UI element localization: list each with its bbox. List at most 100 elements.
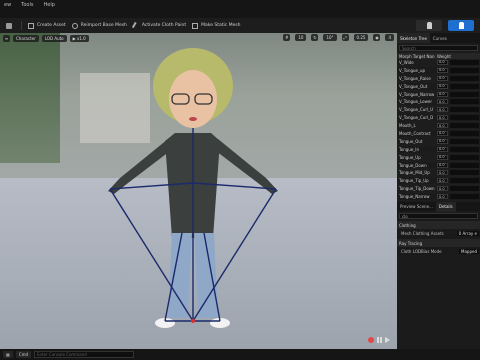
morph-target-row[interactable]: Tongue_Up 0.0 [397, 153, 480, 162]
morph-target-row[interactable]: V_Tongue_Narrow 0.0 [397, 90, 480, 99]
morph-weight-field[interactable]: 0.0 [437, 130, 448, 136]
morph-weight-slider[interactable] [450, 115, 479, 121]
save-button[interactable] [6, 22, 15, 29]
scale-snap-value[interactable]: 0.25 [353, 34, 369, 41]
console-command-input[interactable]: Enter Console Command [34, 351, 135, 358]
morph-target-row[interactable]: V_Wide 0.0 [397, 59, 480, 67]
viewport-lod-dropdown[interactable]: LOD Auto [41, 34, 67, 42]
morph-target-row[interactable]: V_Tongue_Raise 0.0 [397, 74, 480, 83]
morph-target-row[interactable]: V_Tongue_up 0.0 [397, 67, 480, 75]
viewport-menu-button[interactable]: ≡ [3, 34, 10, 42]
morph-weight-field[interactable]: 0.0 [437, 99, 448, 105]
morph-weight-slider[interactable] [450, 75, 479, 81]
morph-weight-slider[interactable] [450, 59, 479, 65]
morph-weight-slider[interactable] [450, 123, 479, 129]
camera-speed-value[interactable]: 4 [385, 34, 394, 41]
morph-weight-slider[interactable] [450, 170, 479, 176]
tab-preview-scene[interactable]: Preview Scene... [397, 202, 436, 212]
morph-weight-slider[interactable] [450, 99, 479, 105]
morph-target-row[interactable]: V_Tongue_Curl_D 0.0 [397, 114, 480, 123]
property-value[interactable]: 0 Array e [456, 230, 479, 236]
character-preview [108, 48, 278, 328]
morph-target-row[interactable]: Tongue_Down 0.0 [397, 162, 480, 170]
rotate-snap-icon[interactable]: ↻ [311, 34, 319, 41]
morph-weight-slider[interactable] [450, 91, 479, 97]
morph-target-row[interactable]: Tongue_Narrow 0.0 [397, 193, 480, 202]
skeleton-mode-button[interactable] [416, 20, 442, 31]
morph-weight-field[interactable]: 0.0 [437, 115, 448, 121]
mesh-mode-button[interactable] [448, 20, 474, 31]
viewport-character-dropdown[interactable]: Character [13, 34, 39, 42]
grid-snap-value[interactable]: 10 [295, 34, 307, 41]
morph-weight-field[interactable]: 0.0 [437, 170, 448, 176]
morph-weight-slider[interactable] [450, 138, 479, 144]
morph-target-row[interactable]: V_Tongue_Curl_U 0.0 [397, 106, 480, 115]
section-clothing[interactable]: Clothing [397, 221, 480, 230]
morph-weight-slider[interactable] [450, 146, 479, 152]
morph-weight-field[interactable]: 0.0 [437, 154, 448, 160]
root-bone-marker[interactable] [191, 319, 195, 323]
morph-target-row[interactable]: V_Tongue_Lower 0.0 [397, 98, 480, 107]
morph-weight-slider[interactable] [450, 67, 479, 73]
morph-weight-slider[interactable] [450, 178, 479, 184]
make-static-mesh-button[interactable]: Make Static Mesh [192, 22, 241, 29]
morph-target-row[interactable]: Mouth_L 0.0 [397, 122, 480, 131]
morph-target-name: Mouth_L [399, 123, 416, 129]
viewport[interactable]: ≡ Character LOD Auto ▶ x1.0 # 10 ↻ 10° ⤢… [0, 33, 397, 349]
morph-weight-field[interactable]: 0.0 [437, 123, 448, 129]
record-icon[interactable] [368, 337, 374, 343]
morph-target-row[interactable]: Tongue_Tip_Up 0.0 [397, 177, 480, 186]
morph-weight-slider[interactable] [450, 154, 479, 160]
activate-cloth-button[interactable]: Activate Cloth Paint [131, 21, 186, 30]
morph-weight-field[interactable]: 0.0 [437, 138, 448, 144]
camera-speed-icon[interactable]: ◉ [373, 34, 381, 41]
pause-icon[interactable] [377, 337, 382, 343]
reimport-button[interactable]: Reimport Base Mesh [71, 22, 127, 29]
column-morph-target-name[interactable]: Morph Target Nan [397, 54, 437, 59]
rotate-snap-value[interactable]: 10° [323, 34, 337, 41]
morph-weight-field[interactable]: 0.0 [437, 59, 448, 65]
cmd-dropdown[interactable]: Cmd [15, 351, 32, 358]
morph-weight-slider[interactable] [450, 107, 479, 113]
morph-search-input[interactable]: Search [399, 45, 478, 51]
morph-target-row[interactable]: Tongue_Tip_Down 0.0 [397, 185, 480, 194]
grid-snap-icon[interactable]: # [283, 34, 291, 41]
morph-target-row[interactable]: Mouth_Contract 0.0 [397, 130, 480, 138]
create-asset-icon [28, 22, 34, 29]
property-value[interactable]: Mapped [459, 248, 479, 254]
morph-weight-slider[interactable] [450, 194, 479, 200]
morph-weight-field[interactable]: 0.0 [437, 67, 448, 73]
column-weight[interactable]: Weight [437, 54, 455, 59]
morph-weight-field[interactable]: 0.0 [437, 107, 448, 113]
tab-curves[interactable]: Curves [430, 33, 450, 43]
morph-weight-field[interactable]: 0.0 [437, 83, 448, 89]
morph-target-row[interactable]: Tongue_Out 0.0 [397, 137, 480, 146]
content-drawer-button[interactable]: ▦ [3, 351, 13, 358]
morph-target-row[interactable]: Tongue_In 0.0 [397, 146, 480, 154]
menu-item-help[interactable]: Help [44, 2, 55, 8]
morph-weight-field[interactable]: 0.0 [437, 186, 448, 192]
morph-target-row[interactable]: V_Tongue_Out 0.0 [397, 83, 480, 91]
morph-weight-field[interactable]: 0.0 [437, 146, 448, 152]
play-icon[interactable] [385, 337, 390, 343]
save-icon [6, 22, 12, 29]
viewport-playback-speed[interactable]: ▶ x1.0 [69, 34, 89, 42]
morph-weight-field[interactable]: 0.0 [437, 194, 448, 200]
tab-skeleton-tree[interactable]: Skeleton Tree [397, 33, 430, 43]
morph-weight-field[interactable]: 0.0 [437, 75, 448, 81]
menu-item-view[interactable]: ew [4, 2, 11, 8]
morph-weight-field[interactable]: 0.0 [437, 178, 448, 184]
morph-weight-field[interactable]: 0.0 [437, 91, 448, 97]
morph-weight-slider[interactable] [450, 186, 479, 192]
menu-item-tools[interactable]: Tools [21, 2, 33, 8]
morph-weight-slider[interactable] [450, 162, 479, 168]
morph-weight-slider[interactable] [450, 83, 479, 89]
scale-snap-icon[interactable]: ⤢ [341, 34, 349, 41]
morph-weight-slider[interactable] [450, 130, 479, 136]
morph-weight-field[interactable]: 0.0 [437, 162, 448, 168]
tab-details[interactable]: Details [435, 201, 456, 212]
details-search-input[interactable]: clo [399, 213, 478, 220]
create-asset-button[interactable]: Create Asset [28, 22, 66, 29]
morph-target-row[interactable]: Tongue_Mid_Up 0.0 [397, 169, 480, 178]
section-ray-tracing[interactable]: Ray Tracing [397, 239, 480, 248]
